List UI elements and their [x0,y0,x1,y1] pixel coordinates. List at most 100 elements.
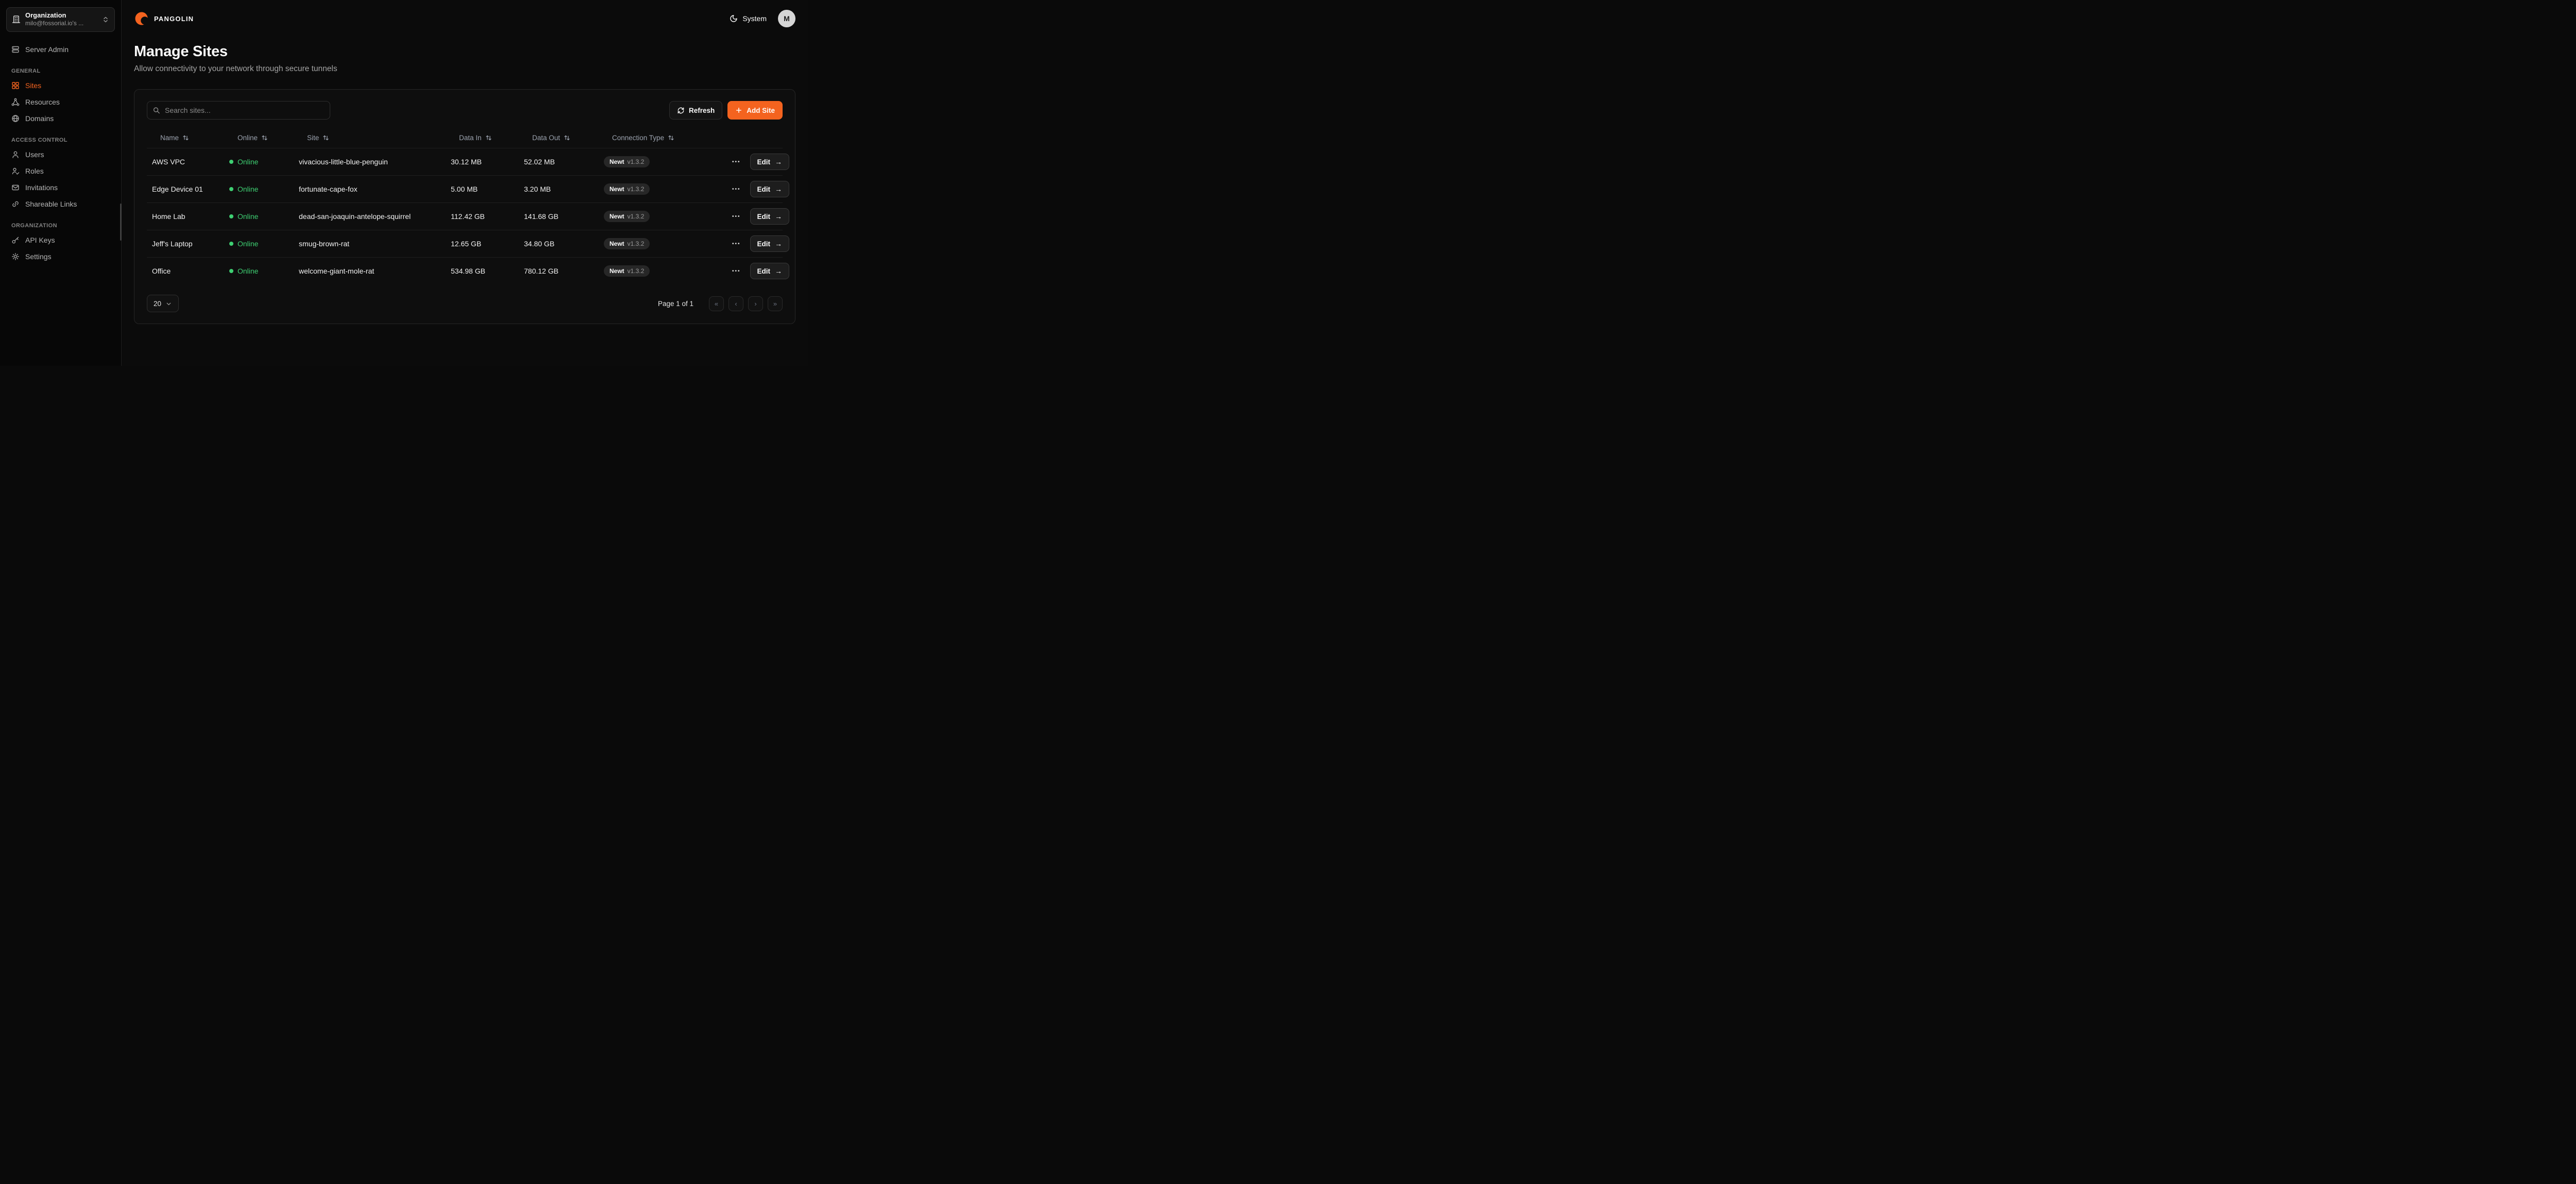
column-header-site[interactable]: Site [294,129,446,148]
page-status: Page 1 of 1 [658,300,693,308]
edit-button[interactable]: Edit → [750,181,790,197]
sidebar-item-resources[interactable]: Resources [6,94,115,110]
page-title: Manage Sites [134,43,795,60]
row-menu-button[interactable]: ••• [730,211,743,223]
avatar[interactable]: M [778,10,795,27]
theme-label: System [742,14,767,23]
plus-icon [735,107,742,114]
sites-table: Name Online Site [147,129,783,284]
server-admin-icon [11,45,20,54]
sidebar: Organization milo@fossorial.io's ... Ser… [0,0,122,366]
organization-subtitle: milo@fossorial.io's ... [25,20,97,28]
column-header-name[interactable]: Name [147,129,224,148]
column-header-data-out[interactable]: Data Out [519,129,599,148]
resources-icon [11,98,20,106]
top-right: System M [730,10,795,27]
theme-toggle[interactable]: System [730,14,767,23]
row-menu-button[interactable]: ••• [730,265,743,277]
prev-page-button[interactable]: ‹ [728,296,743,311]
sidebar-scrollbar[interactable] [120,204,122,241]
connection-badge: Newt v1.3.2 [604,156,650,167]
organization-title: Organization [25,11,97,20]
status-label: Online [238,212,258,221]
cell-name: Office [147,267,224,275]
arrow-right-icon: → [775,158,782,166]
sites-card: Refresh Add Site Name [134,89,795,324]
settings-icon [11,252,20,261]
cell-status: Online [224,212,294,221]
cell-actions: ••• Edit → [725,263,790,279]
online-status-dot [229,214,233,218]
sidebar-item-server-admin[interactable]: Server Admin [6,41,115,58]
sidebar-item-invitations[interactable]: Invitations [6,179,115,196]
invitations-icon [11,183,20,192]
section-label-general: GENERAL [11,68,110,74]
sidebar-item-settings[interactable]: Settings [6,248,115,265]
cell-site: dead-san-joaquin-antelope-squirrel [294,212,446,221]
sidebar-item-label: Roles [25,167,44,175]
cell-data-out: 780.12 GB [519,267,599,275]
row-menu-button[interactable]: ••• [730,156,743,168]
cell-status: Online [224,158,294,166]
arrow-right-icon: → [775,240,782,248]
cell-data-in: 5.00 MB [446,185,519,193]
table-row: AWS VPC Online vivacious-little-blue-pen… [147,148,783,175]
cell-status: Online [224,240,294,248]
sort-icon [323,134,329,141]
refresh-button[interactable]: Refresh [669,101,722,120]
org-chevrons-icon [102,16,109,23]
users-icon [11,150,20,159]
connection-badge: Newt v1.3.2 [604,211,650,222]
sort-icon [261,134,268,141]
sidebar-item-label: Shareable Links [25,200,77,208]
sidebar-item-sites[interactable]: Sites [6,77,115,94]
brand-name: PANGOLIN [154,15,194,23]
organization-selector[interactable]: Organization milo@fossorial.io's ... [6,7,115,32]
online-status-dot [229,160,233,164]
sidebar-item-roles[interactable]: Roles [6,163,115,179]
cell-data-in: 12.65 GB [446,240,519,248]
arrow-right-icon: → [775,185,782,193]
column-header-online[interactable]: Online [224,129,294,148]
last-page-button[interactable]: » [768,296,783,311]
first-page-button[interactable]: « [709,296,724,311]
edit-button[interactable]: Edit → [750,235,790,252]
sidebar-item-users[interactable]: Users [6,146,115,163]
page-size-select[interactable]: 20 [147,295,179,312]
edit-button[interactable]: Edit → [750,208,790,225]
pager: « ‹ › » [709,296,783,311]
edit-button[interactable]: Edit → [750,263,790,279]
cell-name: AWS VPC [147,158,224,166]
status-label: Online [238,185,258,193]
toolbar-actions: Refresh Add Site [669,101,783,120]
online-status-dot [229,187,233,191]
sidebar-item-api-keys[interactable]: API Keys [6,232,115,248]
search-input[interactable] [147,101,330,120]
shareable-links-icon [11,200,20,208]
table-row: Edge Device 01 Online fortunate-cape-fox… [147,175,783,202]
page-head: Manage Sites Allow connectivity to your … [134,43,795,74]
sidebar-item-shareable-links[interactable]: Shareable Links [6,196,115,212]
cell-site: welcome-giant-mole-rat [294,267,446,275]
cell-data-out: 34.80 GB [519,240,599,248]
cell-data-in: 112.42 GB [446,212,519,221]
edit-button[interactable]: Edit → [750,154,790,170]
search-icon [152,107,160,114]
table-row: Jeff's Laptop Online smug-brown-rat 12.6… [147,230,783,257]
cell-name: Edge Device 01 [147,185,224,193]
row-menu-button[interactable]: ••• [730,238,743,250]
status-label: Online [238,267,258,275]
section-label-organization: ORGANIZATION [11,223,110,229]
next-page-button[interactable]: › [748,296,763,311]
column-header-connection-type[interactable]: Connection Type [599,129,725,148]
add-site-button[interactable]: Add Site [727,101,783,120]
column-header-data-in[interactable]: Data In [446,129,519,148]
sidebar-item-label: Resources [25,98,60,106]
row-menu-button[interactable]: ••• [730,183,743,195]
online-status-dot [229,242,233,246]
sidebar-item-label: Users [25,150,44,159]
refresh-icon [677,107,685,114]
page-size-value: 20 [154,300,161,308]
sidebar-item-domains[interactable]: Domains [6,110,115,127]
sidebar-item-label: Sites [25,81,41,90]
